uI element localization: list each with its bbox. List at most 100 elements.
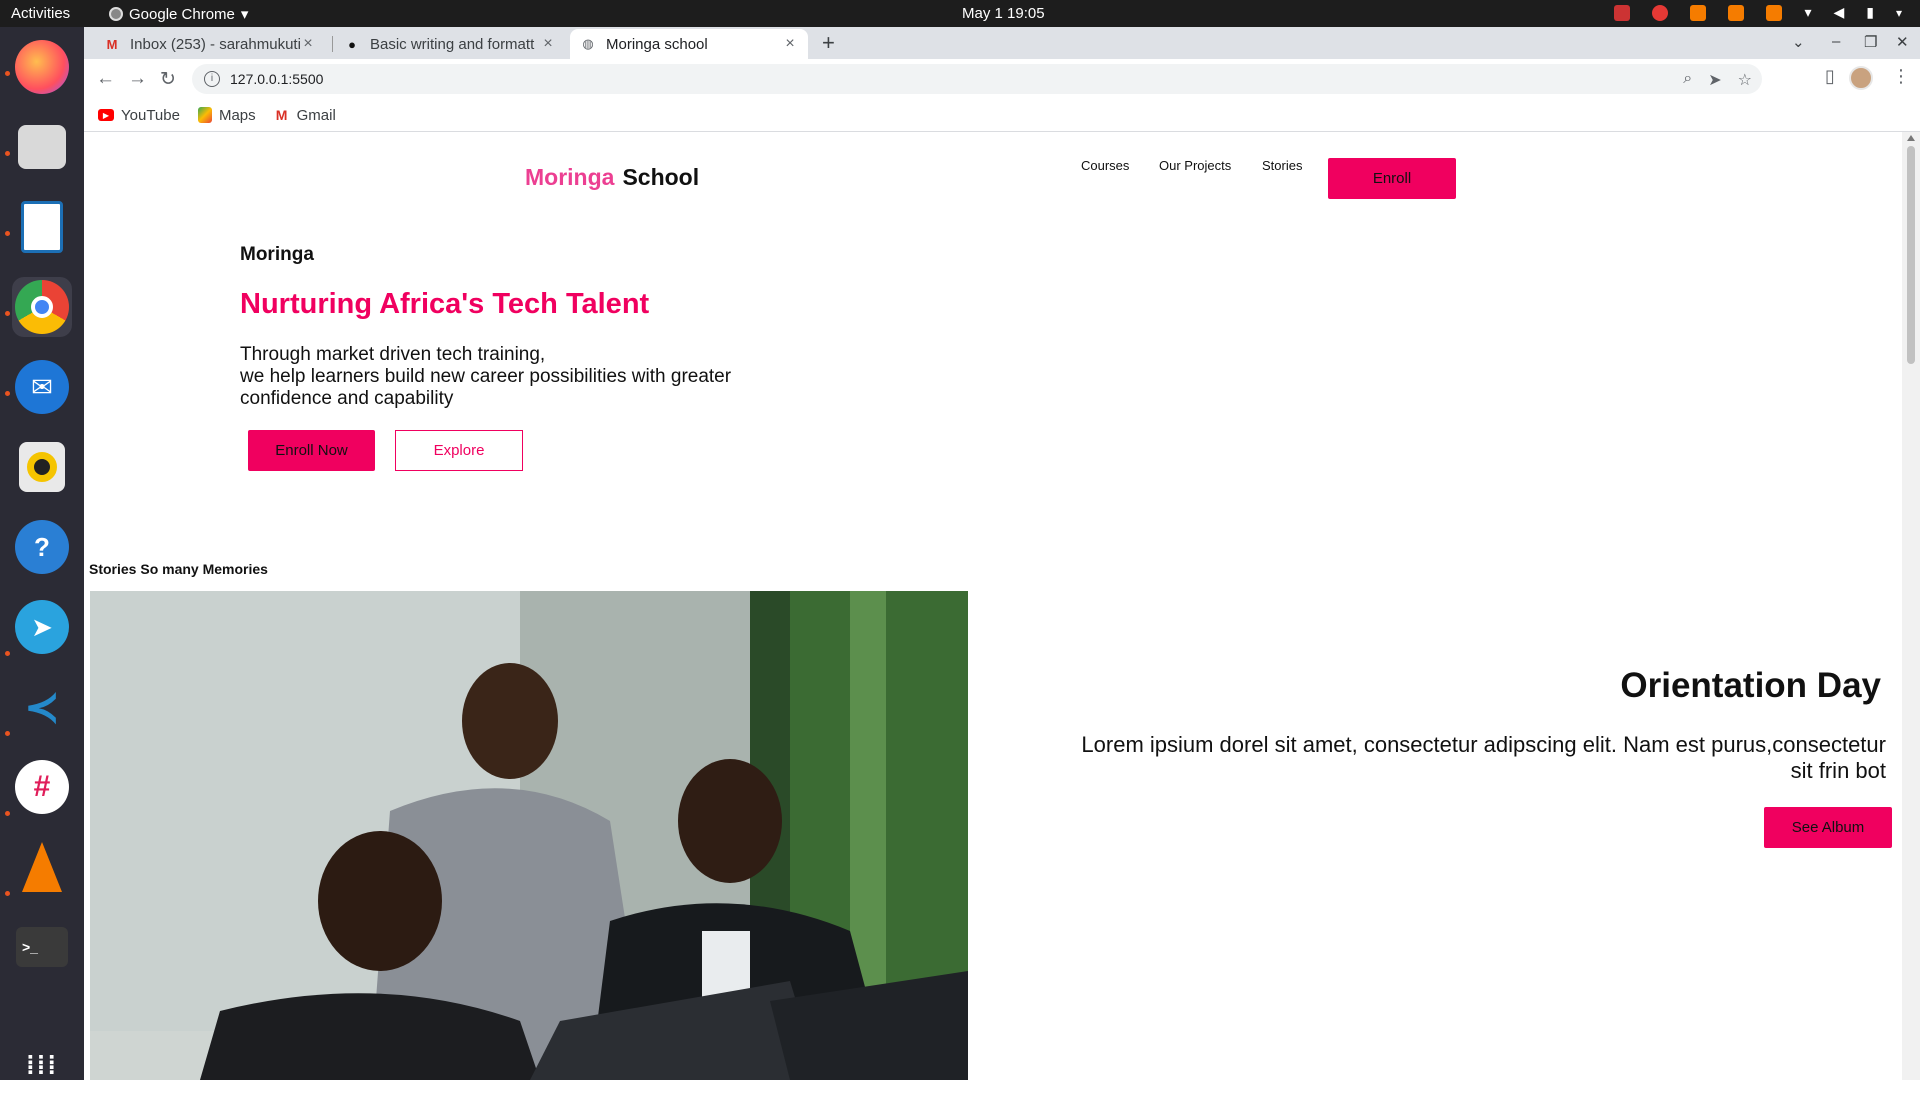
close-icon[interactable]: × <box>540 35 556 53</box>
chevron-down-icon[interactable]: ▾ <box>1896 6 1902 20</box>
explore-button[interactable]: Explore <box>395 430 523 471</box>
info-icon[interactable]: i <box>204 71 220 87</box>
bookmark-label: Gmail <box>296 106 336 124</box>
page-viewport: Moringa School Courses Our Projects Stori… <box>84 132 1902 1080</box>
running-indicator <box>5 811 10 816</box>
bookmark-label: YouTube <box>121 106 180 124</box>
tab-search-icon[interactable]: ⌄ <box>1792 33 1805 51</box>
vscode-launcher[interactable]: ≺ <box>12 677 72 737</box>
share-icon[interactable]: ➤ <box>1708 70 1721 90</box>
rhythmbox-launcher[interactable] <box>12 437 72 497</box>
telegram-icon: ➤ <box>15 600 69 654</box>
close-window-icon[interactable]: ✕ <box>1896 33 1909 51</box>
chrome-tray-icon[interactable] <box>1652 4 1669 21</box>
orientation-photo <box>90 591 968 1080</box>
battery-icon[interactable]: ▮ <box>1866 4 1874 21</box>
chrome-launcher[interactable] <box>12 277 72 337</box>
bookmarks-bar: ▶ YouTube Maps M Gmail <box>84 99 1920 132</box>
volume-icon[interactable]: ◀ <box>1833 4 1844 21</box>
activities-button[interactable]: Activities <box>11 5 70 22</box>
writer-launcher[interactable] <box>12 197 72 257</box>
page-scrollbar[interactable] <box>1902 132 1920 1080</box>
running-indicator <box>5 151 10 156</box>
app-menu[interactable]: Google Chrome ▾ <box>109 5 248 23</box>
tab-strip: M Inbox (253) - sarahmukuti × ● Basic wr… <box>84 27 1920 59</box>
bookmark-youtube[interactable]: ▶ YouTube <box>98 107 180 124</box>
hero-line: Through market driven tech training, <box>240 344 546 365</box>
address-bar[interactable]: i 127.0.0.1:5500 ⌕ ➤ ☆ <box>192 64 1762 94</box>
help-launcher[interactable]: ? <box>12 517 72 577</box>
terminal-icon: >_ <box>16 927 68 967</box>
tab-inbox[interactable]: M Inbox (253) - sarahmukuti × <box>94 29 326 59</box>
chrome-icon <box>15 280 69 334</box>
bookmark-maps[interactable]: Maps <box>197 106 256 124</box>
see-album-button[interactable]: See Album <box>1764 807 1892 848</box>
orientation-description: Lorem ipsium dorel sit amet, consectetur… <box>1081 732 1886 783</box>
minimize-icon[interactable]: – <box>1832 33 1840 50</box>
vlc-launcher[interactable] <box>12 837 72 897</box>
back-arrow-icon[interactable]: ← <box>96 68 115 90</box>
maps-icon <box>197 107 212 123</box>
scroll-up-arrow-icon[interactable] <box>1907 135 1915 141</box>
hero-description: Through market driven tech training, we … <box>240 344 800 410</box>
zoom-icon[interactable]: ⌕ <box>1683 70 1692 90</box>
vlc-tray-icon[interactable] <box>1690 4 1707 21</box>
orientation-title: Orientation Day <box>1620 666 1881 705</box>
new-tab-button[interactable]: + <box>822 30 835 56</box>
nav-courses[interactable]: Courses <box>1081 158 1129 173</box>
enroll-button[interactable]: Enroll <box>1328 158 1456 199</box>
vlc-tray-icon[interactable] <box>1728 4 1745 21</box>
files-launcher[interactable] <box>12 117 72 177</box>
tab-github[interactable]: ● Basic writing and formatt × <box>334 29 566 59</box>
enroll-now-button[interactable]: Enroll Now <box>248 430 375 471</box>
clock[interactable]: May 1 19:05 <box>962 5 1045 22</box>
app-menu-label: Google Chrome <box>129 5 235 23</box>
chevron-down-icon: ▾ <box>240 6 249 23</box>
close-icon[interactable]: × <box>300 35 316 53</box>
slack-tray-icon[interactable] <box>1614 4 1631 21</box>
bookmark-label: Maps <box>218 106 256 124</box>
terminal-launcher[interactable]: >_ <box>12 917 72 977</box>
bookmark-gmail[interactable]: M Gmail <box>274 107 336 124</box>
browser-toolbar: ← → ↻ i 127.0.0.1:5500 ⌕ ➤ ☆ ▯ ⋮ <box>84 59 1920 99</box>
running-indicator <box>5 391 10 396</box>
restore-icon[interactable]: ❐ <box>1864 33 1877 51</box>
show-apps-button[interactable]: ⁞⁞⁞ <box>12 1035 72 1095</box>
menu-kebab-icon[interactable]: ⋮ <box>1892 66 1910 87</box>
logo-part-1: Moringa <box>525 164 615 190</box>
hero-line: we help learners build new career possib… <box>240 366 732 387</box>
reload-icon[interactable]: ↻ <box>160 68 176 91</box>
firefox-launcher[interactable] <box>12 37 72 97</box>
gmail-icon: M <box>106 36 118 52</box>
nav-our-projects[interactable]: Our Projects <box>1159 158 1231 173</box>
tab-moringa[interactable]: ◍ Moringa school × <box>570 29 808 59</box>
nav-stories[interactable]: Stories <box>1262 158 1302 173</box>
gmail-icon: M <box>275 107 288 123</box>
close-icon[interactable]: × <box>782 35 798 53</box>
site-logo[interactable]: Moringa School <box>525 164 699 191</box>
running-indicator <box>5 71 10 76</box>
side-panel-icon[interactable]: ▯ <box>1825 66 1835 87</box>
rhythmbox-icon <box>19 442 65 492</box>
tab-title: Inbox (253) - sarahmukuti <box>130 35 300 53</box>
hero-eyebrow: Moringa <box>240 244 314 265</box>
chrome-app-icon <box>109 7 123 21</box>
forward-arrow-icon[interactable]: → <box>128 68 147 90</box>
star-icon[interactable]: ☆ <box>1738 70 1752 90</box>
browser-frame: M Inbox (253) - sarahmukuti × ● Basic wr… <box>84 27 1920 132</box>
system-tray[interactable]: ▾ ◀ ▮ ▾ <box>1614 4 1902 21</box>
scrollbar-thumb[interactable] <box>1907 146 1915 364</box>
youtube-icon: ▶ <box>98 109 114 121</box>
running-indicator <box>5 231 10 236</box>
help-icon: ? <box>15 520 69 574</box>
profile-avatar[interactable] <box>1849 66 1873 90</box>
url-text: 127.0.0.1:5500 <box>230 71 324 87</box>
running-indicator <box>5 891 10 896</box>
wifi-icon[interactable]: ▾ <box>1804 4 1811 21</box>
telegram-launcher[interactable]: ➤ <box>12 597 72 657</box>
thunderbird-launcher[interactable]: ✉ <box>12 357 72 417</box>
vlc-tray-icon[interactable] <box>1766 4 1783 21</box>
writer-icon <box>21 201 63 253</box>
vscode-icon: ≺ <box>23 682 61 732</box>
slack-launcher[interactable]: # <box>12 757 72 817</box>
